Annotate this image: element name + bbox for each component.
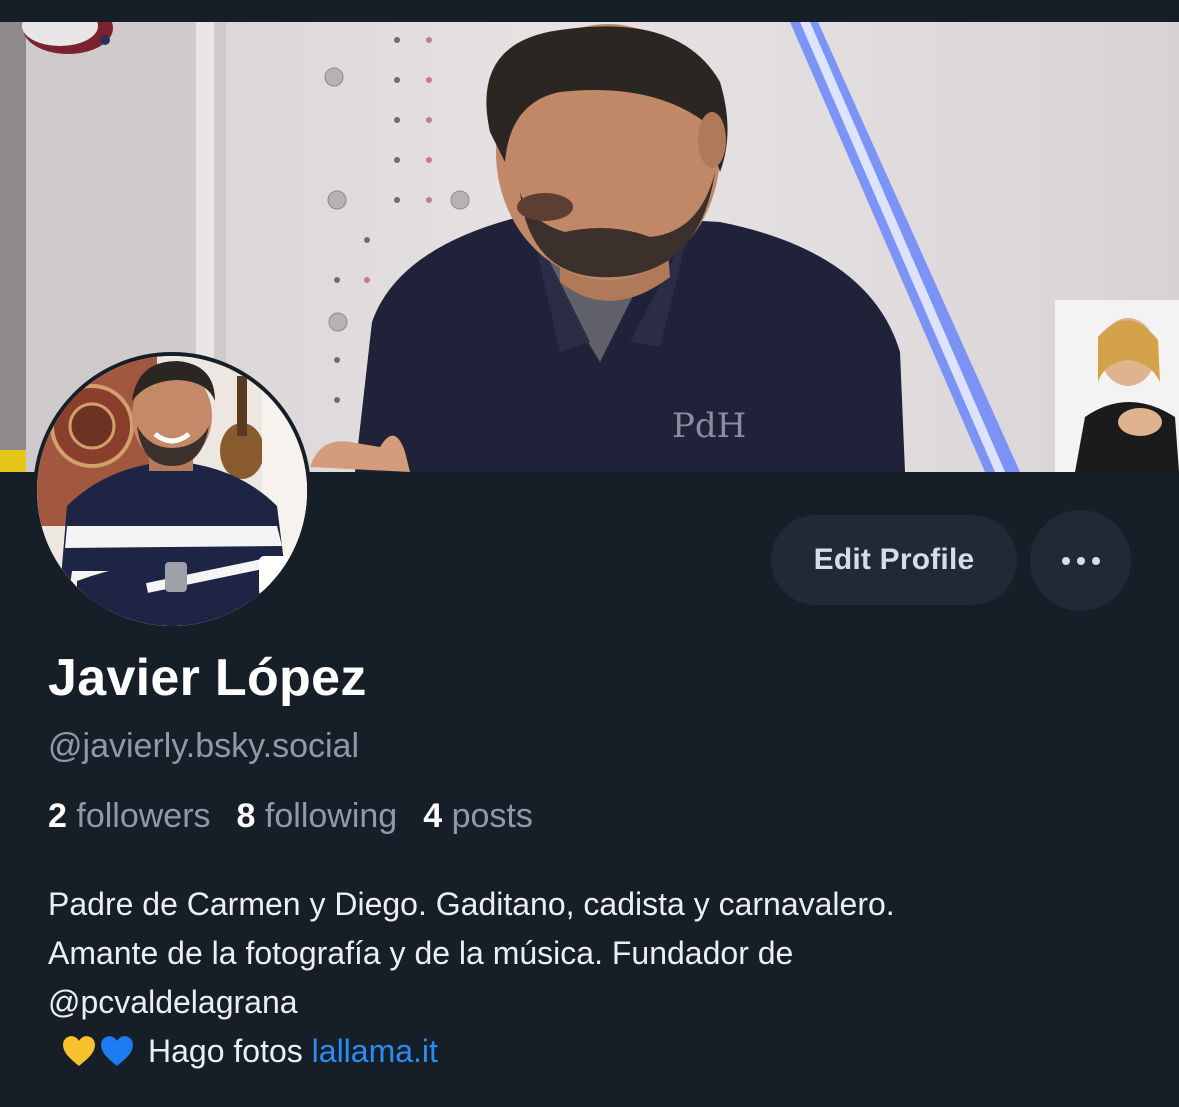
- posts-stat: 4 posts: [423, 797, 533, 836]
- profile-bio: Padre de Carmen y Diego. Gaditano, cadis…: [48, 880, 1148, 1076]
- following-link[interactable]: 8 following: [237, 797, 398, 836]
- bio-link[interactable]: lallama.it: [312, 1033, 438, 1069]
- ellipsis-icon-dot: [1091, 556, 1100, 565]
- display-name: Javier López: [48, 649, 367, 707]
- following-count: 8: [236, 797, 256, 835]
- bio-mention[interactable]: @pcvaldelagrana: [48, 978, 1148, 1027]
- shirt-logo: PdH: [672, 406, 746, 446]
- ellipsis-icon-dot: [1076, 556, 1085, 565]
- yellow-heart-icon: [63, 1036, 95, 1066]
- followers-link[interactable]: 2 followers: [48, 797, 211, 836]
- profile-page: PdH Edit Profile Javier López @javierly.…: [0, 0, 1179, 1107]
- profile-stats: 2 followers 8 following 4 posts: [48, 797, 559, 836]
- followers-label: followers: [76, 797, 211, 835]
- avatar-image: [37, 356, 307, 626]
- profile-handle: @javierly.bsky.social: [48, 727, 359, 765]
- blue-heart-icon: [101, 1036, 133, 1066]
- bio-line: Hago fotos lallama.it: [48, 1027, 1148, 1076]
- bio-line: Amante de la fotografía y de la música. …: [48, 935, 794, 971]
- following-label: following: [264, 797, 398, 835]
- ellipsis-icon: [1061, 556, 1070, 565]
- status-strip: [0, 0, 1179, 22]
- posts-count: 4: [423, 797, 443, 835]
- bio-line: Padre de Carmen y Diego. Gaditano, cadis…: [48, 886, 895, 922]
- edit-profile-button[interactable]: Edit Profile: [771, 515, 1017, 605]
- more-options-button[interactable]: [1030, 510, 1131, 611]
- avatar[interactable]: [33, 352, 311, 630]
- followers-count: 2: [48, 797, 67, 835]
- bio-text: Hago fotos: [148, 1033, 303, 1069]
- posts-label: posts: [451, 797, 533, 835]
